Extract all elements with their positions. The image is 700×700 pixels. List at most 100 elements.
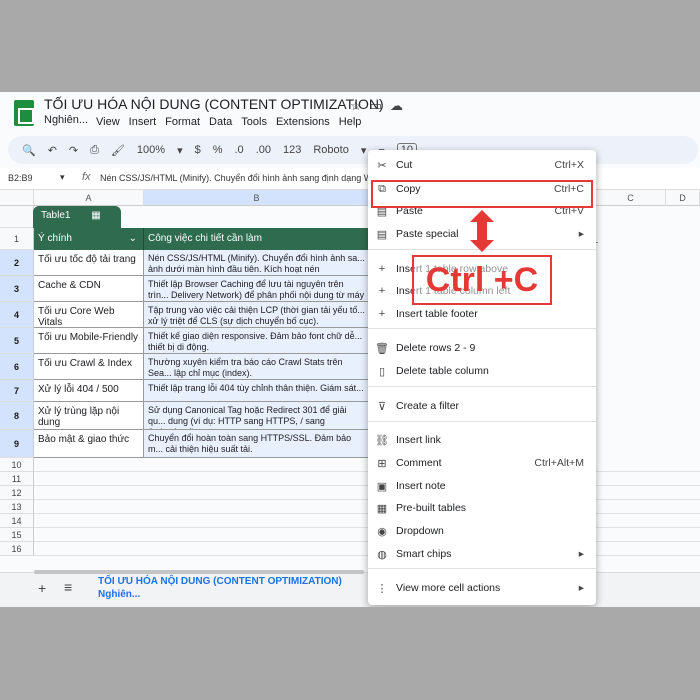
table-header-b[interactable]: Công việc chi tiết cần làm	[144, 228, 370, 250]
redo-icon[interactable]: ↷	[69, 144, 78, 157]
row-header-7[interactable]: 7	[0, 380, 34, 402]
scissors-icon: ✂	[377, 159, 387, 172]
all-sheets-icon[interactable]: ≡	[64, 579, 72, 595]
cloud-status-icon[interactable]: ☁	[390, 98, 403, 114]
table-cell-b4[interactable]: Tập trung vào việc cải thiện LCP (thời g…	[144, 302, 370, 328]
font-chevron-down-icon: ▾	[360, 144, 367, 157]
row-header-5[interactable]: 5	[0, 328, 34, 354]
number-format-button[interactable]: 123	[283, 144, 301, 156]
table-cell-b5[interactable]: Thiết kế giao diện responsive. Đảm bảo f…	[144, 328, 370, 354]
table-header-a[interactable]: Ý chính ⌄	[34, 228, 144, 250]
star-icon[interactable]: ☆	[350, 98, 362, 114]
sheets-logo-icon[interactable]	[14, 100, 34, 126]
row-header-14[interactable]: 14	[0, 514, 34, 528]
menu-separator	[368, 386, 596, 387]
grid-line	[34, 527, 700, 528]
row-header-8[interactable]: 8	[0, 402, 34, 430]
row-header-15[interactable]: 15	[0, 528, 34, 542]
menu-item-delete-table-column[interactable]: ▯ Delete table column	[368, 360, 596, 382]
note-icon: ▣	[376, 480, 388, 493]
column-header-a[interactable]: A	[34, 190, 144, 206]
column-header-c[interactable]: C	[596, 190, 666, 206]
column-chevron-down-icon[interactable]: ⌄	[129, 233, 137, 244]
name-box[interactable]: B2:B9	[8, 173, 33, 183]
copy-highlight-box	[371, 180, 593, 208]
table-cell-a2[interactable]: Tối ưu tốc độ tải trang	[34, 250, 144, 276]
menu-view[interactable]: View	[96, 116, 120, 128]
font-select[interactable]: Roboto	[313, 144, 348, 156]
table-cell-b3[interactable]: Thiết lập Browser Caching để lưu tài ngu…	[144, 276, 370, 302]
row-header-3[interactable]: 3	[0, 276, 34, 302]
table-cell-b2[interactable]: Nén CSS/JS/HTML (Minify). Chuyển đổi hìn…	[144, 250, 370, 276]
row-header-11[interactable]: 11	[0, 472, 34, 486]
row-header-12[interactable]: 12	[0, 486, 34, 500]
table-cell-a6[interactable]: Tối ưu Crawl & Index	[34, 354, 144, 380]
menu-extensions[interactable]: Extensions	[276, 116, 330, 128]
table-name-tab[interactable]: Table1 ▦	[33, 206, 121, 228]
filter-icon: ⊽	[377, 400, 387, 413]
print-icon[interactable]: ⎙	[90, 144, 99, 157]
table-cell-b7[interactable]: Thiết lập trang lỗi 404 tùy chỉnh thân t…	[144, 380, 370, 402]
menu-item-more-cell-actions[interactable]: ⋮ View more cell actions ▸	[368, 577, 596, 599]
sheet-tab[interactable]: TỐI ƯU HÓA NỘI DUNG (CONTENT OPTIMIZATIO…	[98, 575, 342, 601]
chevron-down-icon: ▾	[177, 144, 183, 157]
menu-item-cut[interactable]: ✂ Cut Ctrl+X	[368, 154, 596, 176]
table-cell-a8[interactable]: Xử lý trùng lặp nội dung	[34, 402, 144, 430]
document-title[interactable]: TỐI ƯU HÓA NỘI DUNG (CONTENT OPTIMIZATIO…	[44, 96, 384, 112]
add-sheet-icon[interactable]: +	[38, 580, 46, 596]
select-all-corner[interactable]	[0, 190, 34, 206]
menu-item-pre-built-tables[interactable]: ▦ Pre-built tables	[368, 497, 596, 519]
undo-icon[interactable]: ↶	[48, 144, 57, 157]
menu-tools[interactable]: Tools	[241, 116, 267, 128]
table-cell-a5[interactable]: Tối ưu Mobile-Friendly	[34, 328, 144, 354]
shortcut-annotation-text: Ctrl +C	[425, 261, 539, 299]
decrease-decimal-button[interactable]: .0	[235, 144, 244, 156]
table-cell-a7[interactable]: Xử lý lỗi 404 / 500	[34, 380, 144, 402]
menu-help[interactable]: Help	[339, 116, 362, 128]
name-box-chevron-icon[interactable]: ▾	[60, 172, 65, 183]
menu-format[interactable]: Format	[165, 116, 200, 128]
percent-format-button[interactable]: %	[213, 144, 223, 156]
column-header-b[interactable]: B	[144, 190, 370, 206]
menu-item-insert-note[interactable]: ▣ Insert note	[368, 475, 596, 497]
menu-item-dropdown[interactable]: ◉ Dropdown	[368, 520, 596, 542]
menu-item-create-filter[interactable]: ⊽ Create a filter	[368, 395, 596, 417]
column-header-d[interactable]: D	[666, 190, 700, 206]
menu-item-label: Insert link	[396, 434, 441, 446]
row-header-4[interactable]: 4	[0, 302, 34, 328]
increase-decimal-button[interactable]: .00	[256, 144, 271, 156]
zoom-select[interactable]: 100%	[137, 144, 165, 156]
plus-icon: +	[378, 308, 386, 320]
table-cell-b6[interactable]: Thường xuyên kiểm tra báo cáo Crawl Stat…	[144, 354, 370, 380]
menu-item-delete-rows[interactable]: 🗑 Delete rows 2 - 9	[368, 337, 596, 359]
table-cell-b9[interactable]: Chuyển đổi hoàn toàn sang HTTPS/SSL. Đảm…	[144, 430, 370, 458]
row-header-10[interactable]: 10	[0, 458, 34, 472]
menu-data[interactable]: Data	[209, 116, 232, 128]
menu-item-insert-table-footer[interactable]: + Insert table footer	[368, 303, 596, 325]
row-header-2[interactable]: 2	[0, 250, 34, 276]
search-menus-icon[interactable]: 🔍	[22, 144, 36, 157]
menu-insert[interactable]: Insert	[129, 116, 157, 128]
menu-item-insert-link[interactable]: ⛓ Insert link	[368, 429, 596, 451]
currency-format-button[interactable]: $	[195, 144, 201, 156]
row-header-6[interactable]: 6	[0, 354, 34, 380]
menu-item-smart-chips[interactable]: ◍ Smart chips ▸	[368, 543, 596, 565]
smart-chip-icon: ◍	[377, 548, 387, 561]
move-folder-icon[interactable]: ▭	[370, 98, 382, 114]
table-cell-a3[interactable]: Cache & CDN	[34, 276, 144, 302]
table-cell-b8[interactable]: Sử dụng Canonical Tag hoặc Redirect 301 …	[144, 402, 370, 430]
horizontal-scrollbar[interactable]	[34, 570, 364, 574]
row-header-9[interactable]: 9	[0, 430, 34, 458]
link-icon: ⛓	[375, 434, 389, 447]
double-arrow-icon	[470, 210, 494, 252]
row-header-13[interactable]: 13	[0, 500, 34, 514]
row-header-16[interactable]: 16	[0, 542, 34, 556]
menu-item-comment[interactable]: ⊞ Comment Ctrl+Alt+M	[368, 452, 596, 474]
row-header-1[interactable]: 1	[0, 228, 34, 250]
paint-format-icon[interactable]: 🖌	[111, 144, 125, 157]
menu-item-label: Dropdown	[396, 525, 444, 537]
table-cell-a9[interactable]: Bảo mật & giao thức	[34, 430, 144, 458]
table-cell-a4[interactable]: Tối ưu Core Web Vitals	[34, 302, 144, 328]
sheet-tab-line2: Nghiên...	[98, 589, 141, 600]
table-grid-icon[interactable]: ▦	[91, 210, 100, 221]
